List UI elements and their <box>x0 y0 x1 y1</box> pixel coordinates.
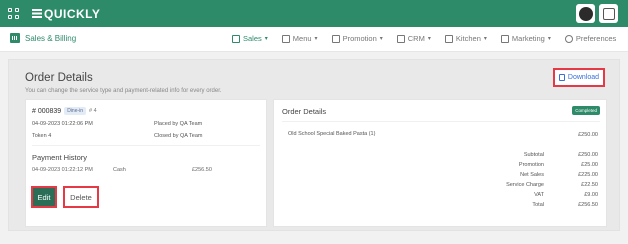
download-button[interactable]: Download <box>553 68 605 87</box>
promotion-icon <box>331 34 340 43</box>
divider <box>32 145 260 146</box>
summary-value-total: £256.50 <box>578 202 598 208</box>
summary-value-promotion: £25.00 <box>581 162 598 168</box>
order-details-title: Order Details <box>282 107 327 116</box>
menu-item-menu[interactable]: Menu ▾ <box>281 34 318 43</box>
summary-value-subtotal: £250.00 <box>578 152 598 158</box>
menu-item-preferences[interactable]: Preferences <box>564 34 617 43</box>
delete-button[interactable]: Delete <box>63 186 99 208</box>
order-item-price: £250.00 <box>578 132 598 138</box>
menu-item-kitchen[interactable]: Kitchen ▾ <box>444 34 487 43</box>
menu-item-label: Promotion <box>342 34 377 43</box>
page-title: Order Details <box>25 72 93 84</box>
menu-item-label: Kitchen <box>455 34 481 43</box>
edit-button[interactable]: Edit <box>31 186 57 208</box>
chevron-down-icon: ▾ <box>547 36 551 42</box>
summary-label-total: Total <box>532 202 544 208</box>
menu-item-crm[interactable]: CRM ▾ <box>396 34 431 43</box>
order-details-panel: Order Details You can change the service… <box>8 59 620 231</box>
top-bar: QUICKLY <box>0 0 628 27</box>
sub-navigation: Sales & Billing Sales ▾ Menu ▾ Promotion… <box>0 27 628 52</box>
menu-item-promotion[interactable]: Promotion ▾ <box>331 34 383 43</box>
menu-item-label: Preferences <box>575 34 617 43</box>
order-summary-card: # 000839 Dine-in # 4 04-09-2023 01:22:06… <box>25 99 267 227</box>
marketing-icon <box>500 34 509 43</box>
summary-label-subtotal: Subtotal <box>523 152 544 158</box>
menu-icon <box>281 34 290 43</box>
crm-icon <box>396 34 405 43</box>
page-subtitle: You can change the service type and paym… <box>25 88 222 94</box>
order-items-card: Order Details Completed Old School Speci… <box>273 99 607 227</box>
download-label: Download <box>567 74 600 81</box>
content-area: Order Details You can change the service… <box>0 52 628 244</box>
sales-icon <box>232 34 240 43</box>
chevron-down-icon: ▾ <box>314 36 318 42</box>
summary-label-net-sales: Net Sales <box>520 172 544 178</box>
menu-item-label: Sales <box>243 34 262 43</box>
divider <box>282 121 600 122</box>
menu-item-marketing[interactable]: Marketing ▾ <box>500 34 551 43</box>
download-icon <box>558 74 565 81</box>
summary-label-promotion: Promotion <box>518 162 544 168</box>
user-avatar[interactable] <box>576 4 595 23</box>
device-icon <box>602 7 615 20</box>
order-number: # 000839 <box>32 107 62 115</box>
menu-item-label: CRM <box>407 34 425 43</box>
payment-method: Cash <box>113 167 126 173</box>
summary-label-vat: VAT <box>534 192 544 198</box>
sales-billing-icon <box>10 33 20 43</box>
summary-value-net-sales: £225.00 <box>578 172 598 178</box>
chevron-down-icon: ▾ <box>483 36 487 42</box>
chevron-down-icon: ▾ <box>427 36 431 42</box>
payment-amount: £256.50 <box>192 167 212 173</box>
menu-item-sales[interactable]: Sales ▾ <box>232 34 268 43</box>
token-number: Token 4 <box>32 133 52 139</box>
chevron-down-icon: ▾ <box>264 36 268 42</box>
menu-item-label: Menu <box>292 34 312 43</box>
summary-label-service-charge: Service Charge <box>506 182 544 188</box>
logo-mark-icon <box>32 9 42 18</box>
app-grid-icon[interactable] <box>8 8 19 19</box>
avatar-icon <box>578 6 593 21</box>
kitchen-icon <box>444 34 453 43</box>
chevron-down-icon: ▾ <box>379 36 383 42</box>
placed-by: Placed by QA Team <box>154 121 203 127</box>
main-menu: Sales ▾ Menu ▾ Promotion ▾ CRM ▾ Kitchen… <box>232 34 628 43</box>
gear-icon <box>564 34 573 43</box>
status-badge: Completed <box>572 106 600 115</box>
notifications-button[interactable] <box>599 4 618 23</box>
summary-value-service-charge: £22.50 <box>581 182 598 188</box>
order-header: # 000839 Dine-in # 4 <box>32 107 97 115</box>
section-sales-billing[interactable]: Sales & Billing <box>10 33 76 43</box>
order-item-name: Old School Special Baked Pasta (1) <box>288 131 376 137</box>
logo-text: QUICKLY <box>44 6 101 21</box>
payment-history-title: Payment History <box>32 153 88 162</box>
summary-value-vat: £9.00 <box>584 192 598 198</box>
section-label: Sales & Billing <box>25 33 77 43</box>
top-right-actions <box>576 4 618 23</box>
order-type-badge: Dine-in <box>64 107 87 115</box>
closed-by: Closed by QA Team <box>154 133 203 139</box>
placed-date: 04-09-2023 01:22:06 PM <box>32 121 93 127</box>
menu-item-label: Marketing <box>511 34 545 43</box>
table-number: # 4 <box>89 108 97 114</box>
app-logo[interactable]: QUICKLY <box>32 6 101 21</box>
payment-date: 04-09-2023 01:22:12 PM <box>32 167 93 173</box>
